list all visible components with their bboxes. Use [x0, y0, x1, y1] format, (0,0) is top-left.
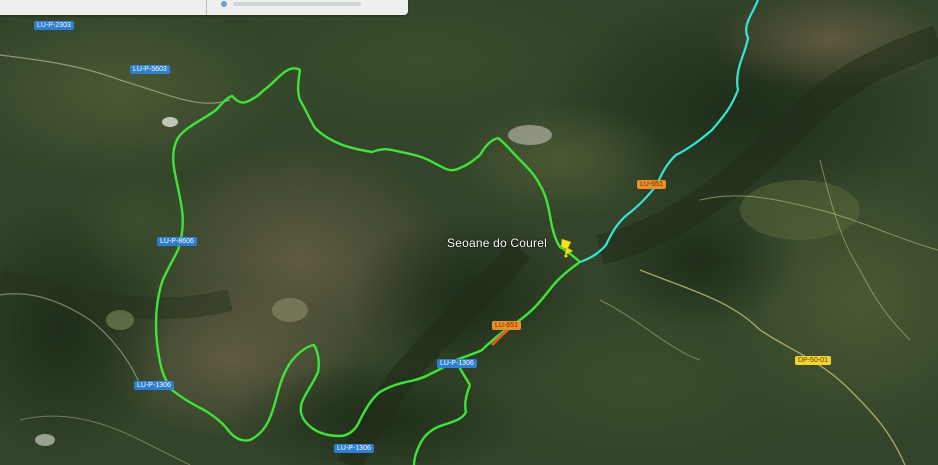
road-label: LU-651 — [492, 321, 521, 330]
map-pin-icon — [221, 1, 227, 7]
road-label: LU-P-5603 — [130, 65, 170, 74]
toolbar-search-segment[interactable] — [0, 0, 207, 15]
toolbar-location-text — [233, 2, 361, 6]
top-toolbar — [0, 0, 408, 15]
road-label: LU-P-1306 — [134, 381, 174, 390]
road-label: LU-P-1306 — [437, 359, 477, 368]
toolbar-location-segment[interactable] — [207, 0, 407, 15]
road-label: LU-P-8606 — [157, 237, 197, 246]
road-label: LU-P-2303 — [34, 21, 74, 30]
road-label: DP-50-01 — [795, 356, 831, 365]
location-pin-icon[interactable] — [559, 238, 575, 258]
place-label: Seoane do Courel — [447, 236, 547, 250]
road-label: LU-651 — [637, 180, 666, 189]
map-view[interactable]: LU-P-2303 LU-P-5603 LU-P-8606 LU-P-1306 … — [0, 0, 938, 465]
road-label: LU-P-1306 — [334, 444, 374, 453]
